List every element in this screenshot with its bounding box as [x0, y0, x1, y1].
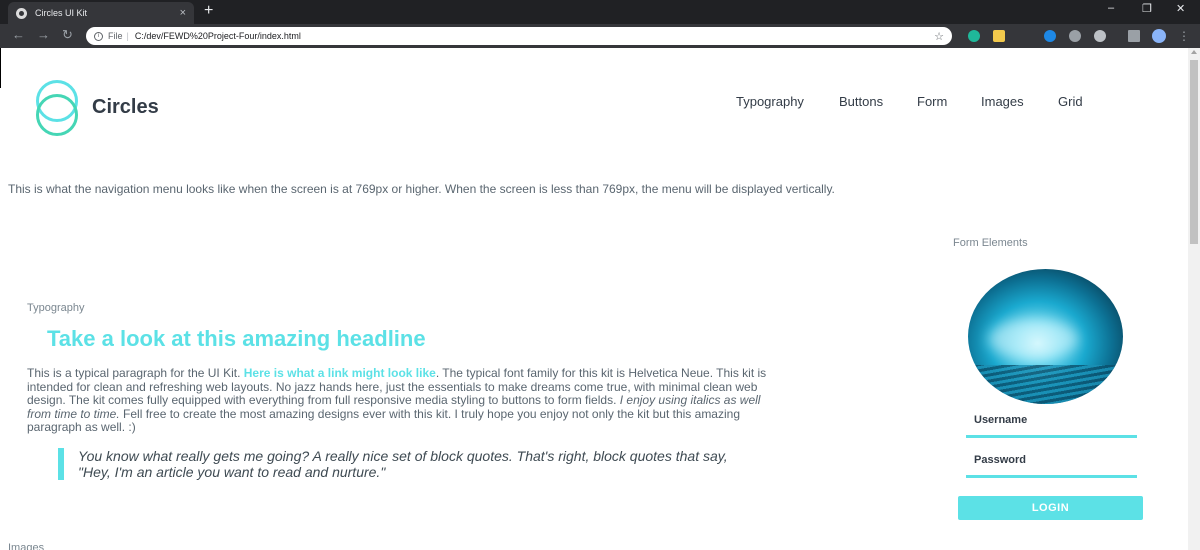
username-field[interactable]: Username — [966, 412, 1137, 438]
wave-water — [968, 365, 1123, 404]
page-content: Circles Typography Buttons Form Images G… — [0, 48, 1188, 550]
ocean-wave-image — [968, 269, 1123, 404]
forward-icon[interactable]: → — [37, 28, 50, 42]
paragraph-text: Fell free to create the most amazing des… — [27, 406, 740, 434]
url-text[interactable]: C:/dev/FEWD%20Project-Four/index.html — [135, 31, 934, 41]
browser-tab-strip: Circles UI Kit × + – ❐ ✕ — [0, 0, 1200, 24]
username-label: Username — [974, 414, 1028, 426]
info-icon[interactable]: i — [94, 31, 103, 41]
nav-link-grid[interactable]: Grid — [1058, 94, 1083, 109]
sample-link[interactable]: Here is what a link might look like — [244, 366, 436, 380]
browser-tab[interactable]: Circles UI Kit × — [8, 2, 194, 24]
nav-link-form[interactable]: Form — [917, 94, 947, 109]
minimize-icon[interactable]: – — [1108, 2, 1114, 14]
media-control-icon[interactable] — [1128, 30, 1140, 42]
typography-section-label: Typography — [27, 302, 85, 314]
images-section-label: Images — [8, 542, 45, 550]
bookmark-star-icon[interactable]: ☆ — [934, 30, 944, 43]
favicon-icon — [16, 7, 27, 19]
circles-logo-icon[interactable] — [34, 80, 82, 136]
profile-avatar-icon[interactable] — [1152, 29, 1166, 43]
new-tab-button[interactable]: + — [204, 3, 213, 19]
sample-headline: Take a look at this amazing headline — [47, 326, 426, 351]
nav-link-typography[interactable]: Typography — [736, 94, 804, 109]
password-label: Password — [974, 454, 1026, 466]
address-bar[interactable]: i File | C:/dev/FEWD%20Project-Four/inde… — [86, 27, 952, 45]
password-field[interactable]: Password — [966, 452, 1137, 478]
tab-close-icon[interactable]: × — [180, 7, 186, 19]
page-scrollbar[interactable] — [1188, 48, 1200, 550]
browser-toolbar: ← → ↻ i File | C:/dev/FEWD%20Project-Fou… — [0, 24, 1200, 48]
paragraph-text: This is a typical paragraph for the UI K… — [27, 366, 244, 380]
url-scheme: File — [108, 31, 123, 41]
nav-description: This is what the navigation menu looks l… — [8, 182, 835, 196]
scrollbar-thumb[interactable] — [1190, 60, 1198, 244]
sample-blockquote: You know what really gets me going? A re… — [58, 448, 738, 480]
menu-icon[interactable]: ⋮ — [1178, 29, 1190, 43]
extension-icon[interactable] — [968, 30, 980, 42]
page-edge-line — [0, 48, 1, 88]
nav-link-buttons[interactable]: Buttons — [839, 94, 883, 109]
reload-icon[interactable]: ↻ — [62, 28, 73, 42]
tab-title: Circles UI Kit — [35, 8, 88, 18]
sample-paragraph: This is a typical paragraph for the UI K… — [27, 366, 787, 435]
form-section-label: Form Elements — [953, 237, 1028, 249]
login-button[interactable]: LOGIN — [958, 496, 1143, 520]
logo-circle-bottom — [36, 94, 78, 136]
nav-link-images[interactable]: Images — [981, 94, 1024, 109]
extension-icon[interactable] — [993, 30, 1005, 42]
back-icon[interactable]: ← — [12, 28, 25, 42]
close-window-icon[interactable]: ✕ — [1176, 2, 1185, 15]
extension-icon[interactable] — [1069, 30, 1081, 42]
wave-splash — [988, 319, 1078, 359]
maximize-icon[interactable]: ❐ — [1142, 2, 1152, 15]
url-separator: | — [126, 31, 129, 41]
extension-icon[interactable] — [1094, 30, 1106, 42]
scroll-up-icon[interactable] — [1191, 50, 1197, 54]
brand-name[interactable]: Circles — [92, 96, 159, 119]
extension-icon[interactable] — [1044, 30, 1056, 42]
